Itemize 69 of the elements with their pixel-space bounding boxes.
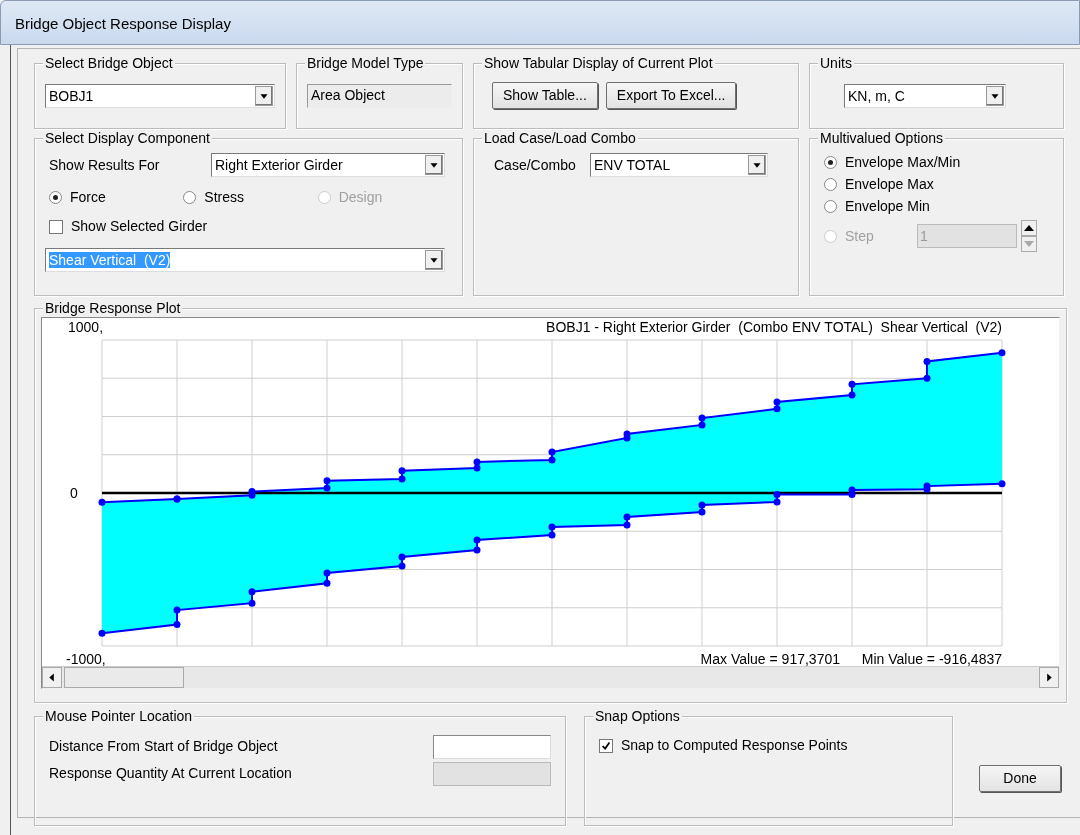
radio-label: Stress: [204, 188, 244, 207]
axis-tick-label: 1000,: [68, 319, 104, 335]
data-point: [248, 599, 256, 607]
group-title: Select Bridge Object: [43, 55, 175, 72]
data-point: [923, 374, 931, 382]
export-button[interactable]: Show Table...: [492, 82, 598, 109]
radio-button[interactable]: [49, 191, 62, 204]
scroll-thumb[interactable]: [64, 667, 184, 688]
caret-icon[interactable]: [425, 250, 443, 270]
data-point: [848, 391, 856, 399]
field-label: Case/Combo: [493, 155, 577, 175]
axis-tick-label: -1000,: [66, 651, 106, 666]
caret-icon[interactable]: [986, 86, 1004, 106]
radio-button[interactable]: [824, 199, 837, 213]
data-point: [248, 588, 256, 596]
radio-label: Force: [70, 188, 106, 207]
checkbox-label: Snap to Computed Response Points: [621, 736, 848, 755]
data-point: [998, 480, 1006, 488]
radio-label: Step: [845, 226, 875, 246]
caret-icon[interactable]: [255, 86, 273, 106]
data-point: [173, 621, 181, 629]
field-label: Response Quantity At Current Location: [49, 764, 292, 783]
data-point: [473, 546, 481, 554]
group-title: Show Tabular Display of Current Plot: [482, 55, 715, 72]
group-title: Bridge Response Plot: [43, 300, 183, 317]
scroll-right-icon[interactable]: [1039, 667, 1059, 688]
group-title: Bridge Model Type: [305, 55, 426, 72]
chart-title: BOBJ1 - Right Exterior Girder (Combo ENV TOTAL) Shear Vertical (V2): [546, 319, 1002, 335]
caret-icon[interactable]: [425, 155, 443, 175]
caret-icon[interactable]: [748, 155, 766, 175]
field-label: Show Results For: [48, 155, 161, 175]
scroll-left-icon[interactable]: [42, 667, 62, 688]
text-field[interactable]: [433, 734, 551, 759]
radio-button[interactable]: [824, 177, 837, 191]
data-point: [923, 357, 931, 365]
radio-label: Envelope Max/Min: [845, 152, 961, 172]
data-point: [998, 349, 1006, 357]
data-point: [98, 629, 106, 637]
results-for-dropdown[interactable]: Right Exterior Girder: [211, 153, 445, 177]
window-title: Bridge Object Response Display: [15, 15, 231, 32]
field-label: Distance From Start of Bridge Object: [49, 737, 278, 756]
done-button[interactable]: Done: [979, 765, 1061, 792]
radio-button[interactable]: [824, 155, 837, 169]
data-point: [323, 569, 331, 577]
export-button[interactable]: Export To Excel...: [605, 82, 737, 109]
data-point: [173, 606, 181, 614]
radio-label: Envelope Min: [845, 196, 930, 216]
radio-button[interactable]: [183, 191, 197, 204]
group-title: Multivalued Options: [818, 130, 945, 147]
bridge-object-dropdown[interactable]: BOBJ1: [45, 84, 275, 108]
data-point: [473, 536, 481, 544]
min-value-label: Min Value = -916,4837: [861, 651, 1002, 666]
load-combo-dropdown[interactable]: ENV TOTAL: [590, 153, 768, 177]
data-point: [98, 498, 106, 506]
radio-label: Envelope Max: [845, 174, 934, 194]
group-title: Select Display Component: [43, 130, 212, 147]
model-type-field: Area Object: [307, 84, 452, 108]
units-dropdown[interactable]: KN, m, C: [844, 84, 1006, 108]
checkbox[interactable]: [49, 219, 63, 234]
axis-tick-label: 0: [70, 485, 78, 501]
radio-label: Design: [338, 188, 383, 207]
group-title: Snap Options: [593, 708, 682, 725]
spin-up-icon[interactable]: [1021, 220, 1037, 236]
data-point: [848, 380, 856, 388]
data-point: [323, 579, 331, 587]
checkbox-label: Show Selected Girder: [71, 217, 208, 236]
checkbox[interactable]: [599, 738, 613, 753]
max-value-label: Max Value = 917,3701: [700, 651, 840, 666]
horizontal-scrollbar[interactable]: [42, 666, 1059, 688]
